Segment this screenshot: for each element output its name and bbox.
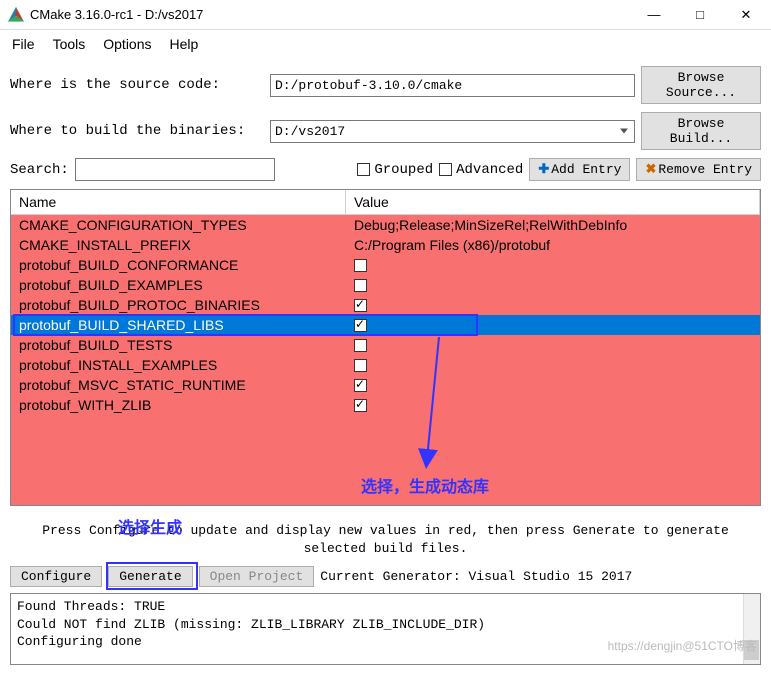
table-row[interactable]: protobuf_WITH_ZLIB <box>11 395 760 415</box>
cell-value[interactable]: C:/Program Files (x86)/protobuf <box>346 237 760 253</box>
menu-options[interactable]: Options <box>103 36 151 52</box>
table-row[interactable]: protobuf_MSVC_STATIC_RUNTIME <box>11 375 760 395</box>
cell-value[interactable] <box>346 339 760 352</box>
annotation-text-generate: 选择生成 <box>118 518 182 540</box>
cell-name: protobuf_BUILD_EXAMPLES <box>11 277 346 293</box>
table-row[interactable]: protobuf_BUILD_CONFORMANCE <box>11 255 760 275</box>
menubar: File Tools Options Help <box>0 30 771 58</box>
hint-text: Press Configure to update and display ne… <box>0 514 771 566</box>
annotation-text-dynamic: 选择，生成动态库 <box>361 473 489 497</box>
col-name-header[interactable]: Name <box>11 190 346 214</box>
cell-name: protobuf_BUILD_CONFORMANCE <box>11 257 346 273</box>
cache-table: Name Value 选择，生成动态库 CMAKE_CONFIGURATION_… <box>10 189 761 506</box>
cell-name: protobuf_MSVC_STATIC_RUNTIME <box>11 377 346 393</box>
menu-tools[interactable]: Tools <box>53 36 86 52</box>
source-label: Where is the source code: <box>10 77 264 93</box>
plus-icon: ✚ <box>538 162 549 177</box>
table-row[interactable]: protobuf_BUILD_SHARED_LIBS <box>11 315 760 335</box>
log-line: Found Threads: TRUE <box>17 598 754 616</box>
output-log[interactable]: Found Threads: TRUE Could NOT find ZLIB … <box>10 593 761 665</box>
add-entry-button[interactable]: ✚Add Entry <box>529 158 630 181</box>
checkbox-icon[interactable] <box>354 359 367 372</box>
cell-value[interactable] <box>346 299 760 312</box>
generate-button[interactable]: Generate <box>108 566 192 587</box>
search-input[interactable] <box>75 158 275 181</box>
cell-name: protobuf_INSTALL_EXAMPLES <box>11 357 346 373</box>
table-row[interactable]: protobuf_BUILD_EXAMPLES <box>11 275 760 295</box>
bottom-toolbar: Configure Generate Open Project Current … <box>0 566 771 593</box>
table-row[interactable]: protobuf_BUILD_PROTOC_BINARIES <box>11 295 760 315</box>
checkbox-icon <box>439 163 452 176</box>
search-label: Search: <box>10 162 69 178</box>
configure-button[interactable]: Configure <box>10 566 102 587</box>
cell-value[interactable] <box>346 259 760 272</box>
cell-name: protobuf_WITH_ZLIB <box>11 397 346 413</box>
current-generator-label: Current Generator: Visual Studio 15 2017 <box>320 569 632 584</box>
table-row[interactable]: protobuf_BUILD_TESTS <box>11 335 760 355</box>
cell-value[interactable] <box>346 319 760 332</box>
checkbox-icon[interactable] <box>354 399 367 412</box>
cell-name: CMAKE_CONFIGURATION_TYPES <box>11 217 346 233</box>
source-path-input[interactable] <box>270 74 635 97</box>
watermark-text: https://dengjin@51CTO博客 <box>608 637 757 654</box>
table-row[interactable]: protobuf_INSTALL_EXAMPLES <box>11 355 760 375</box>
checkbox-icon[interactable] <box>354 299 367 312</box>
checkbox-icon[interactable] <box>354 319 367 332</box>
maximize-button[interactable]: □ <box>677 0 723 30</box>
checkbox-icon[interactable] <box>354 259 367 272</box>
cell-value[interactable] <box>346 399 760 412</box>
menu-file[interactable]: File <box>12 36 35 52</box>
grouped-checkbox[interactable]: Grouped <box>357 162 433 178</box>
cell-name: CMAKE_INSTALL_PREFIX <box>11 237 346 253</box>
cmake-logo-icon <box>8 7 24 23</box>
cell-name: protobuf_BUILD_TESTS <box>11 337 346 353</box>
window-title: CMake 3.16.0-rc1 - D:/vs2017 <box>30 7 631 22</box>
browse-source-button[interactable]: Browse Source... <box>641 66 761 104</box>
table-row[interactable]: CMAKE_CONFIGURATION_TYPESDebug;Release;M… <box>11 215 760 235</box>
build-path-combo[interactable]: D:/vs2017 <box>270 120 635 143</box>
remove-entry-button[interactable]: ✖Remove Entry <box>636 158 761 181</box>
menu-help[interactable]: Help <box>170 36 199 52</box>
cell-value[interactable] <box>346 359 760 372</box>
checkbox-icon[interactable] <box>354 279 367 292</box>
cell-value[interactable] <box>346 379 760 392</box>
open-project-button[interactable]: Open Project <box>199 566 315 587</box>
titlebar: CMake 3.16.0-rc1 - D:/vs2017 — □ ✕ <box>0 0 771 30</box>
minimize-button[interactable]: — <box>631 0 677 30</box>
build-label: Where to build the binaries: <box>10 123 264 139</box>
cell-value[interactable] <box>346 279 760 292</box>
checkbox-icon[interactable] <box>354 339 367 352</box>
cell-value[interactable]: Debug;Release;MinSizeRel;RelWithDebInfo <box>346 217 760 233</box>
log-line: Could NOT find ZLIB (missing: ZLIB_LIBRA… <box>17 616 754 634</box>
checkbox-icon[interactable] <box>354 379 367 392</box>
cell-name: protobuf_BUILD_PROTOC_BINARIES <box>11 297 346 313</box>
advanced-checkbox[interactable]: Advanced <box>439 162 523 178</box>
table-row[interactable]: CMAKE_INSTALL_PREFIXC:/Program Files (x8… <box>11 235 760 255</box>
cell-name: protobuf_BUILD_SHARED_LIBS <box>11 317 346 333</box>
col-value-header[interactable]: Value <box>346 190 760 214</box>
browse-build-button[interactable]: Browse Build... <box>641 112 761 150</box>
checkbox-icon <box>357 163 370 176</box>
close-button[interactable]: ✕ <box>723 0 769 30</box>
x-icon: ✖ <box>645 162 656 177</box>
